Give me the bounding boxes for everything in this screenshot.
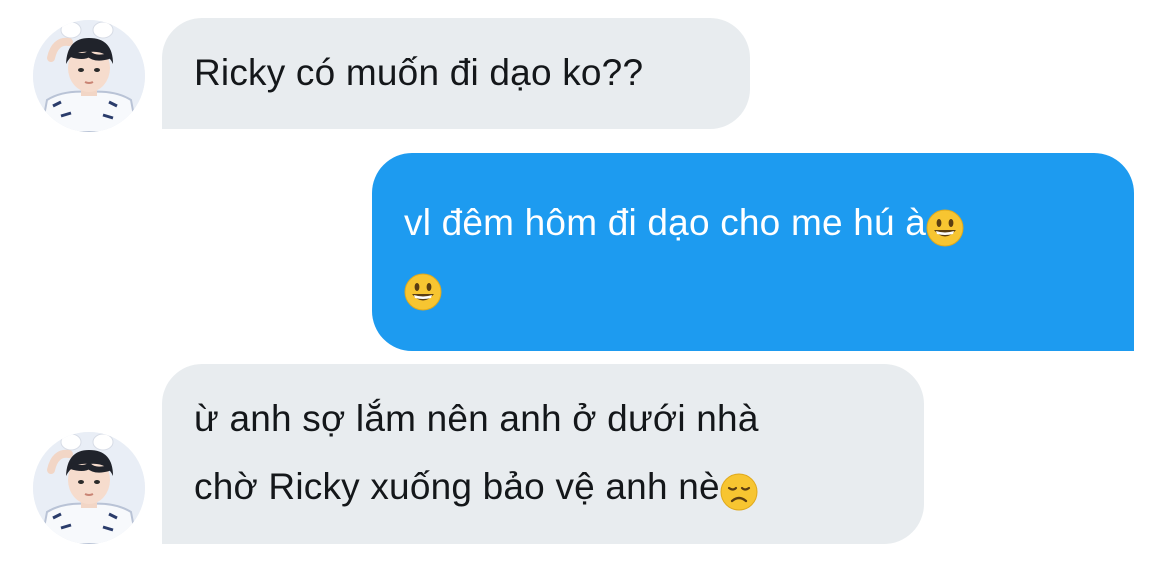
grinning-face-emoji-icon	[404, 267, 442, 311]
grinning-face-emoji-icon	[926, 203, 964, 247]
message-text: ừ anh sợ lắm nên anh ở dưới nhà	[194, 398, 759, 439]
contact-photo	[33, 20, 145, 132]
message-text: chờ Ricky xuống bảo vệ anh nè	[194, 466, 720, 507]
message-line: vl đêm hôm đi dạo cho me hú à	[404, 191, 1134, 255]
outgoing-message-bubble[interactable]: vl đêm hôm đi dạo cho me hú à	[372, 153, 1134, 351]
contact-avatar[interactable]	[33, 432, 145, 544]
contact-avatar[interactable]	[33, 20, 145, 132]
contact-photo	[33, 432, 145, 544]
disappointed-face-emoji-icon	[720, 467, 758, 511]
incoming-message-bubble[interactable]: ừ anh sợ lắm nên anh ở dưới nhà chờ Rick…	[162, 364, 924, 544]
message-text: vl đêm hôm đi dạo cho me hú à	[404, 202, 927, 243]
message-line: ừ anh sợ lắm nên anh ở dưới nhà	[194, 387, 924, 455]
incoming-message-bubble[interactable]: Ricky có muốn đi dạo ko??	[162, 18, 750, 129]
message-line	[404, 255, 1134, 319]
message-line: chờ Ricky xuống bảo vệ anh nè	[194, 455, 924, 519]
message-text: Ricky có muốn đi dạo ko??	[194, 52, 644, 93]
